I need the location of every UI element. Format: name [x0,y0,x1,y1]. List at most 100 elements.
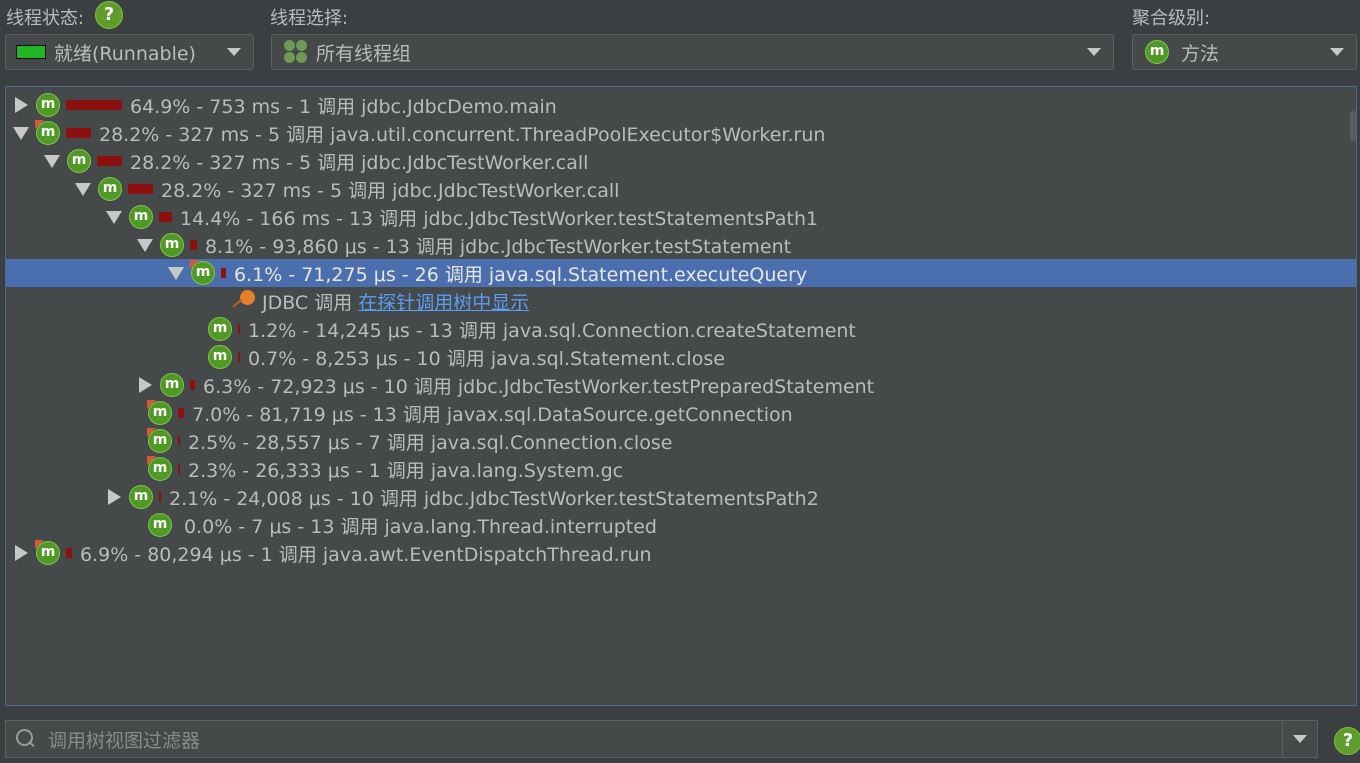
percentage-bar [238,352,240,362]
aggregation-level-label: 聚合级别: [1132,8,1211,29]
percentage-bar [159,492,161,502]
method-icon: m [160,373,184,397]
tree-row-label: 2.1% - 24,008 μs - 10 调用 jdbc.JdbcTestWo… [169,487,819,510]
expand-right-icon[interactable] [136,377,154,393]
thread-status-label: 线程状态: [6,8,85,29]
method-icon: m [148,513,172,537]
filter-input[interactable]: 调用树视图过滤器 [48,726,1282,753]
help-icon[interactable]: ? [1334,727,1360,755]
percentage-bar [238,324,240,334]
tree-row-label: 8.1% - 93,860 μs - 13 调用 jdbc.JdbcTestWo… [205,235,792,258]
tree-row[interactable]: m 64.9% - 753 ms - 1 调用 jdbc.JdbcDemo.mai… [6,91,1356,119]
show-in-probe-tree-link[interactable]: 在探针调用树中显示 [358,288,529,315]
expand-down-icon[interactable] [105,210,123,224]
method-icon: m [147,456,172,481]
percentage-bar [178,408,184,418]
method-icon: m [190,260,215,285]
method-icon: m [1145,40,1169,64]
tree-row[interactable]: m 7.0% - 81,719 μs - 13 调用 javax.sql.Data… [6,399,1356,427]
percentage-bar [97,156,122,166]
expand-down-icon[interactable] [74,182,92,196]
percentage-bar [159,212,172,222]
tree-row-label: 28.2% - 327 ms - 5 调用 jdbc.JdbcTestWorke… [130,151,589,174]
tree-row-label: 0.7% - 8,253 μs - 10 调用 java.sql.Stateme… [248,347,725,370]
method-icon: m [129,205,153,229]
thread-status-value: 就绪(Runnable) [54,42,196,65]
call-tree-filter[interactable]: 调用树视图过滤器 [5,720,1318,758]
tree-row-label: 6.9% - 80,294 μs - 1 调用 java.awt.EventDi… [80,543,652,566]
tree-row[interactable]: m 28.2% - 327 ms - 5 调用 jdbc.JdbcTestWork… [6,175,1356,203]
aggregation-level-value: 方法 [1181,42,1220,65]
method-icon: m [36,93,60,117]
filter-history-dropdown[interactable] [1282,721,1317,757]
call-tree[interactable]: m 64.9% - 753 ms - 1 调用 jdbc.JdbcDemo.mai… [5,86,1357,706]
method-icon: m [67,149,91,173]
percentage-bar [190,240,197,250]
vertical-scrollbar[interactable] [1350,111,1356,141]
thread-select-dropdown[interactable]: 所有线程组 [271,34,1114,70]
tree-row-label: 6.3% - 72,923 μs - 10 调用 jdbc.JdbcTestWo… [203,375,875,398]
search-icon[interactable] [16,728,42,750]
tree-row[interactable]: m 0.0% - 7 μs - 13 调用 java.lang.Thread.in… [6,511,1356,539]
tree-row[interactable]: m 1.2% - 14,245 μs - 13 调用 java.sql.Conne… [6,315,1356,343]
method-icon: m [147,400,172,425]
thread-status-dropdown[interactable]: 就绪(Runnable) [5,34,254,70]
chevron-down-icon [1330,48,1344,56]
tree-row[interactable]: m 6.1% - 71,275 μs - 26 调用 java.sql.State… [6,259,1356,287]
expand-down-icon[interactable] [43,154,61,168]
tree-row[interactable]: m 14.4% - 166 ms - 13 调用 jdbc.JdbcTestWor… [6,203,1356,231]
thread-select-label: 线程选择: [270,8,349,29]
expand-down-icon[interactable] [136,238,154,252]
percentage-bar [66,128,91,138]
tree-row-label: 6.1% - 71,275 μs - 26 调用 java.sql.Statem… [234,263,808,286]
tree-row[interactable]: m 2.1% - 24,008 μs - 10 调用 jdbc.JdbcTestW… [6,483,1356,511]
tree-row[interactable]: m 8.1% - 93,860 μs - 13 调用 jdbc.JdbcTestW… [6,231,1356,259]
runnable-status-icon [16,45,46,59]
tree-row[interactable]: m 0.7% - 8,253 μs - 10 调用 java.sql.Statem… [6,343,1356,371]
tree-row-label: 28.2% - 327 ms - 5 调用 java.util.concurre… [99,123,826,146]
tree-row[interactable]: m 2.5% - 28,557 μs - 7 调用 java.sql.Connec… [6,427,1356,455]
expand-right-icon[interactable] [105,489,123,505]
tree-row[interactable]: m 28.2% - 327 ms - 5 调用 jdbc.JdbcTestWork… [6,147,1356,175]
tree-row-label: 0.0% - 7 μs - 13 调用 java.lang.Thread.int… [184,515,657,538]
method-icon: m [208,317,232,341]
expand-down-icon[interactable] [167,266,185,280]
help-icon[interactable]: ? [95,1,123,29]
tree-row[interactable]: m 2.3% - 26,333 μs - 1 调用 java.lang.Syste… [6,455,1356,483]
percentage-bar [128,184,153,194]
method-icon: m [147,428,172,453]
tree-row-label: 2.5% - 28,557 μs - 7 调用 java.sql.Connect… [188,431,673,454]
percentage-bar [221,268,226,278]
tree-row-label: 2.3% - 26,333 μs - 1 调用 java.lang.System… [188,459,624,482]
probe-icon [228,290,256,312]
expand-down-icon[interactable] [12,126,30,140]
probe-row[interactable]: JDBC 调用 在探针调用树中显示 [6,287,1356,315]
method-icon: m [35,120,60,145]
percentage-bar [66,548,72,558]
tree-row[interactable]: m 28.2% - 327 ms - 5 调用 java.util.concurr… [6,119,1356,147]
method-icon: m [160,233,184,257]
tree-row[interactable]: m 6.3% - 72,923 μs - 10 调用 jdbc.JdbcTestW… [6,371,1356,399]
method-icon: m [129,485,153,509]
thread-select-value: 所有线程组 [316,42,412,65]
method-icon: m [35,540,60,565]
percentage-bar [190,380,195,390]
tree-row-label: 64.9% - 753 ms - 1 调用 jdbc.JdbcDemo.main [130,95,557,118]
tree-row-label: 7.0% - 81,719 μs - 13 调用 javax.sql.DataS… [192,403,793,426]
tree-row-label: 14.4% - 166 ms - 13 调用 jdbc.JdbcTestWork… [180,207,819,230]
thread-group-icon [284,40,308,64]
expand-right-icon[interactable] [12,97,30,113]
method-icon: m [98,177,122,201]
percentage-bar [178,436,180,446]
percentage-bar [178,464,180,474]
tree-row[interactable]: m 6.9% - 80,294 μs - 1 调用 java.awt.EventD… [6,539,1356,567]
aggregation-level-dropdown[interactable]: m 方法 [1132,34,1357,70]
tree-row-label: 28.2% - 327 ms - 5 调用 jdbc.JdbcTestWorke… [161,179,620,202]
chevron-down-icon [227,48,241,56]
tree-row-label: 1.2% - 14,245 μs - 13 调用 java.sql.Connec… [248,319,856,342]
percentage-bar [66,100,122,110]
method-icon: m [208,345,232,369]
chevron-down-icon [1293,735,1307,743]
expand-right-icon[interactable] [12,545,30,561]
probe-label: JDBC 调用 [262,291,353,314]
